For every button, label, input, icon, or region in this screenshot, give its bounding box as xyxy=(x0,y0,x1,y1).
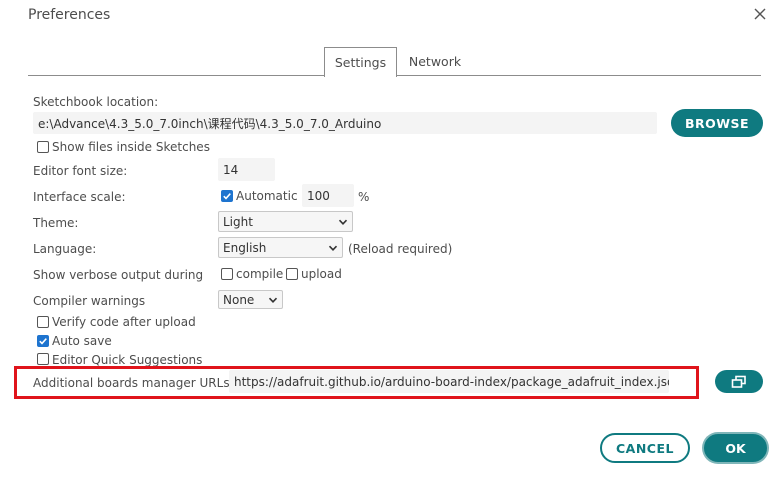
quick-suggestions-checkbox[interactable] xyxy=(37,353,49,365)
quick-suggestions-label: Editor Quick Suggestions xyxy=(52,353,203,367)
theme-label: Theme: xyxy=(33,216,79,230)
reload-required-note: (Reload required) xyxy=(348,242,453,256)
upload-label: upload xyxy=(301,267,342,281)
ok-button[interactable]: OK xyxy=(704,434,767,462)
chevron-down-icon xyxy=(328,245,338,251)
chevron-down-icon xyxy=(268,297,278,303)
autosave-row: Auto save xyxy=(37,334,112,348)
tab-settings[interactable]: Settings xyxy=(324,47,397,77)
editor-font-size-input[interactable]: 14 xyxy=(218,158,275,181)
editor-font-size-label: Editor font size: xyxy=(33,164,128,178)
autosave-checkbox[interactable] xyxy=(37,335,49,347)
chevron-down-icon xyxy=(338,219,348,225)
theme-selected: Light xyxy=(223,214,253,229)
language-selected: English xyxy=(223,240,267,255)
show-files-checkbox[interactable] xyxy=(37,141,49,153)
boards-manager-input[interactable]: https://adafruit.github.io/arduino-board… xyxy=(229,370,669,393)
interface-scale-label: Interface scale: xyxy=(33,190,126,204)
automatic-checkbox[interactable] xyxy=(221,190,233,202)
close-button[interactable] xyxy=(750,4,770,24)
percent-unit: % xyxy=(358,190,370,204)
compile-label: compile xyxy=(236,267,284,281)
autosave-label: Auto save xyxy=(52,334,112,348)
check-icon xyxy=(39,338,47,345)
dialog-title: Preferences xyxy=(28,7,111,23)
show-files-row: Show files inside Sketches xyxy=(37,140,210,154)
verify-checkbox[interactable] xyxy=(37,316,49,328)
theme-select[interactable]: Light xyxy=(218,211,353,232)
compile-row: compile xyxy=(221,267,283,281)
sketchbook-location-input[interactable]: e:\Advance\4.3_5.0_7.0inch\课程代码\4.3_5.0_… xyxy=(33,112,657,134)
boards-manager-label: Additional boards manager URLs: xyxy=(33,376,234,390)
sketchbook-location-label: Sketchbook location: xyxy=(33,95,159,109)
compiler-warnings-label: Compiler warnings xyxy=(33,294,146,308)
compiler-warnings-selected: None xyxy=(223,292,255,307)
verify-row: Verify code after upload xyxy=(37,315,196,329)
open-url-editor-button[interactable] xyxy=(715,370,763,393)
compiler-warnings-select[interactable]: None xyxy=(218,290,283,309)
quick-suggestions-row: Editor Quick Suggestions xyxy=(37,353,202,367)
tab-network[interactable]: Network xyxy=(400,47,470,76)
open-window-icon xyxy=(731,375,746,388)
verbose-output-label: Show verbose output during xyxy=(33,268,204,282)
cancel-button[interactable]: CANCEL xyxy=(600,433,690,463)
compile-checkbox[interactable] xyxy=(221,268,233,280)
check-icon xyxy=(223,193,231,200)
interface-scale-input[interactable]: 100 xyxy=(302,184,354,207)
upload-row: upload xyxy=(286,267,342,281)
automatic-row: Automatic xyxy=(221,189,298,203)
automatic-label: Automatic xyxy=(236,189,298,203)
upload-checkbox[interactable] xyxy=(286,268,298,280)
browse-button[interactable]: BROWSE xyxy=(671,109,763,137)
language-label: Language: xyxy=(33,242,97,256)
verify-label: Verify code after upload xyxy=(52,315,196,329)
show-files-label: Show files inside Sketches xyxy=(52,140,210,154)
close-icon xyxy=(754,8,766,20)
language-select[interactable]: English xyxy=(218,237,343,258)
